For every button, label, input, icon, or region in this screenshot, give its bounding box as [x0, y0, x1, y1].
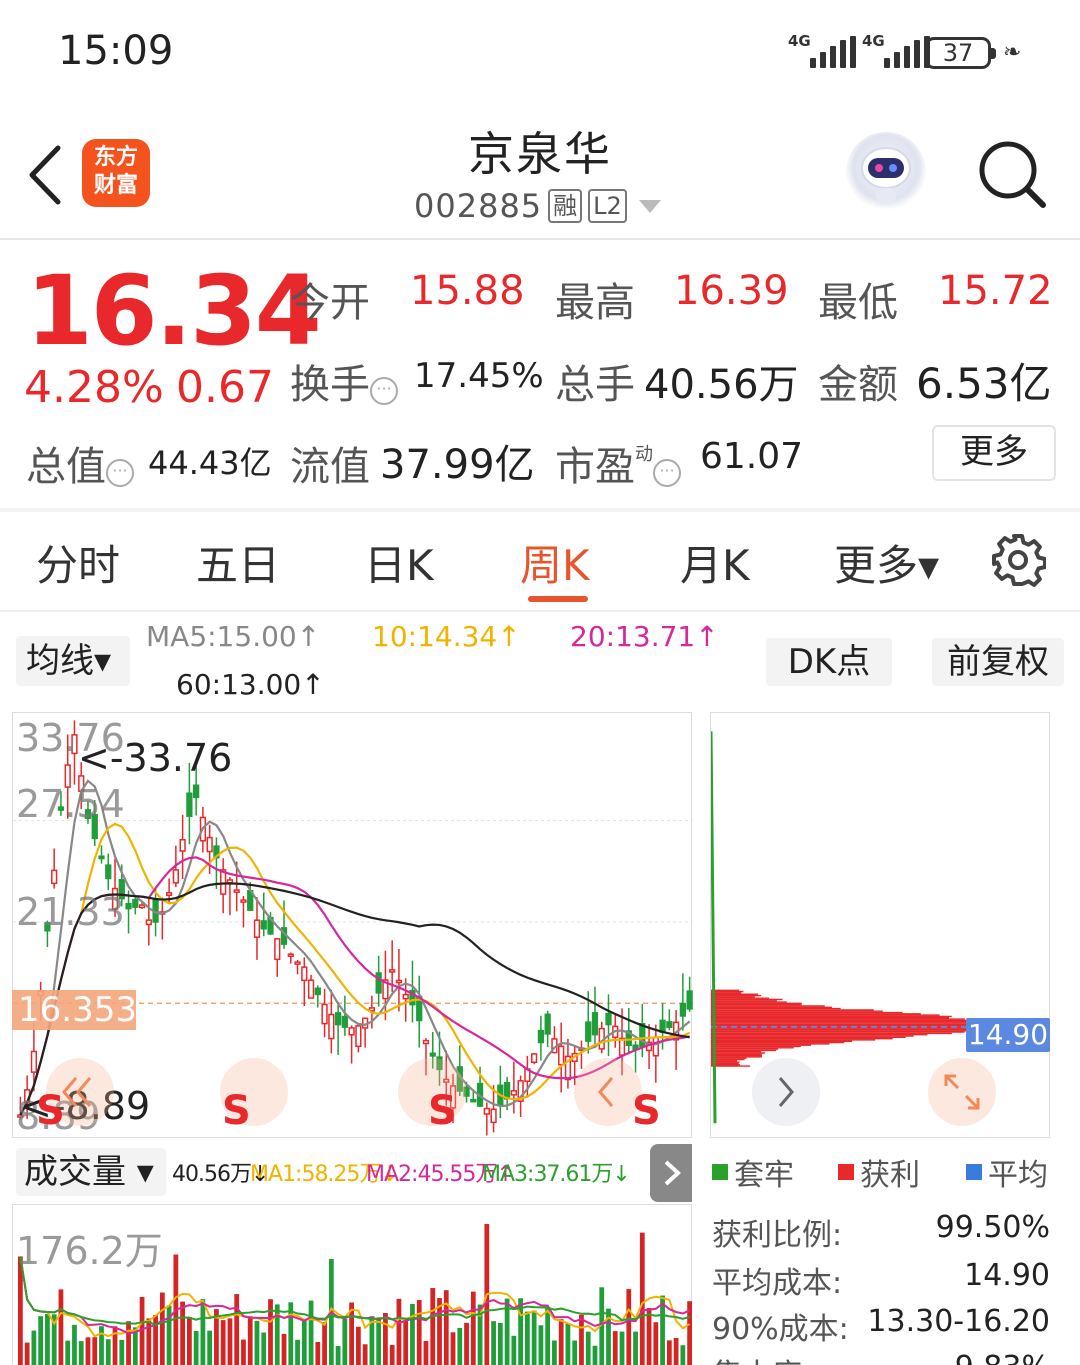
tab-five-day[interactable]: 五日 — [196, 532, 280, 593]
high-label: 最高 — [555, 280, 635, 326]
info-icon[interactable]: ··· — [653, 459, 681, 487]
amount-value: 6.53亿 — [916, 359, 1052, 408]
battery-icon: 37 — [925, 37, 996, 69]
average-cost-label: 平均成本: — [712, 1266, 843, 1301]
robot-icon — [861, 147, 911, 202]
chip-average-cost-tag: 14.90 — [966, 1018, 1050, 1052]
pe-label[interactable]: 市盈动··· — [555, 434, 681, 492]
search-icon — [979, 141, 1046, 208]
next-button[interactable] — [752, 1058, 820, 1126]
current-price-line-tag: 16.353 — [12, 990, 137, 1030]
expand-chip-button[interactable] — [928, 1058, 996, 1126]
signal-icon-sim1: 4G — [788, 32, 856, 68]
current-price: 16.34 — [26, 255, 322, 367]
gear-icon — [992, 534, 1047, 587]
concentration-value: 9.83% — [955, 1350, 1050, 1365]
turnover-label-text: 换手 — [290, 362, 370, 408]
volume-value: 40.56万 — [644, 362, 799, 408]
market-cap-label[interactable]: 总值 ··· — [26, 434, 134, 492]
tab-daily-k[interactable]: 日K — [364, 532, 434, 593]
legend-swatch — [838, 1164, 854, 1180]
volume-ma3: MA3:37.61万↓ — [482, 1162, 631, 1187]
legend-average: 平均 — [966, 1150, 1048, 1194]
legend-profit: 获利 — [838, 1150, 920, 1194]
stock-code: 002885 — [414, 187, 543, 225]
expand-panel-button[interactable] — [650, 1144, 692, 1202]
turnover-value: 17.45% — [414, 356, 544, 396]
expand-icon — [944, 1074, 980, 1110]
high-value: 16.39 — [674, 268, 789, 314]
tab-intraday[interactable]: 分时 — [36, 532, 120, 593]
tab-monthly-k[interactable]: 月K — [680, 532, 750, 593]
profit-ratio-label: 获利比例: — [712, 1218, 843, 1253]
info-icon[interactable]: ··· — [370, 377, 398, 405]
divider — [0, 238, 1080, 240]
legend-profit-label: 获利 — [860, 1158, 920, 1193]
network-type-label: 4G — [862, 32, 885, 50]
turnover-label[interactable]: 换手 ··· — [290, 352, 398, 410]
network-type-label: 4G — [788, 32, 811, 50]
pe-dynamic-sup: 动 — [635, 444, 653, 465]
tab-weekly-k[interactable]: 周K — [520, 532, 590, 593]
pe-label-text: 市盈 — [555, 444, 635, 490]
ma5-value: MA5:15.00↑ — [146, 620, 321, 653]
level2-tag: L2 — [588, 189, 627, 223]
legend-trapped-label: 套牢 — [734, 1158, 794, 1193]
profit-ratio-value: 99.50% — [935, 1210, 1050, 1245]
section-divider — [0, 508, 1080, 512]
amount-label: 金额 — [818, 362, 898, 408]
pe-value: 61.07 — [700, 436, 804, 477]
volume-label: 总手 — [555, 362, 635, 408]
open-value: 15.88 — [410, 268, 525, 314]
price-axis-mid1: 27.54 — [16, 782, 125, 826]
ai-robot-avatar[interactable] — [846, 132, 926, 212]
max-price-mark: <-33.76 — [78, 736, 233, 780]
float-cap-label: 流值 — [290, 444, 370, 490]
legend-swatch — [966, 1164, 982, 1180]
dk-point-button[interactable]: DK点 — [766, 638, 892, 686]
average-cost-value: 14.90 — [964, 1258, 1050, 1293]
legend-swatch — [712, 1164, 728, 1180]
stock-code-selector[interactable]: 002885 融 L2 — [414, 186, 661, 226]
low-value: 15.72 — [938, 268, 1053, 314]
low-label: 最低 — [818, 280, 898, 326]
dropdown-caret-icon — [638, 199, 661, 213]
margin-tag: 融 — [548, 189, 583, 223]
ma10-value: 10:14.34↑ — [372, 620, 521, 653]
signal-icon-sim2: 4G — [862, 32, 930, 68]
price-axis-mid2: 21.33 — [16, 890, 125, 934]
float-cap-value: 37.99亿 — [380, 442, 535, 488]
status-time: 15:09 — [58, 28, 174, 74]
search-button[interactable] — [976, 138, 1048, 210]
concentration-label: 集中度: — [712, 1350, 812, 1365]
active-tab-indicator — [528, 596, 588, 602]
cost90-value: 13.30-16.20 — [867, 1304, 1050, 1339]
volume-indicator-select[interactable]: 成交量 ▾ — [16, 1148, 166, 1196]
market-cap-label-text: 总值 — [26, 444, 106, 490]
tab-more-periods[interactable]: 更多▾ — [834, 532, 939, 593]
info-icon[interactable]: ··· — [106, 459, 134, 487]
price-adjust-button[interactable]: 前复权 — [932, 638, 1064, 686]
sell-signal: S — [428, 1088, 457, 1134]
legend-trapped: 套牢 — [712, 1150, 794, 1194]
ma20-value: 20:13.71↑ — [570, 620, 719, 653]
open-label: 今开 — [290, 280, 370, 326]
market-cap-value: 44.43亿 — [148, 444, 272, 482]
power-saving-icon: ❧ — [1003, 40, 1022, 65]
sell-signal: S — [36, 1088, 65, 1134]
change-percent: 4.28% — [24, 362, 164, 413]
chevron-right-icon — [664, 1160, 681, 1186]
change-amount: 0.67 — [176, 362, 274, 413]
more-quote-button[interactable]: 更多 — [932, 425, 1056, 481]
chart-settings-button[interactable] — [990, 532, 1047, 588]
sell-signal: S — [632, 1088, 661, 1134]
sell-signal: S — [222, 1088, 251, 1134]
chevron-right-icon — [778, 1077, 794, 1107]
ma60-value: 60:13.00↑ — [176, 668, 325, 701]
cost90-label: 90%成本: — [712, 1312, 849, 1347]
legend-average-label: 平均 — [988, 1158, 1048, 1193]
volume-axis-top: 176.2万 — [16, 1229, 163, 1273]
ma-indicator-select[interactable]: 均线▾ — [16, 636, 130, 686]
divider — [0, 610, 1080, 612]
